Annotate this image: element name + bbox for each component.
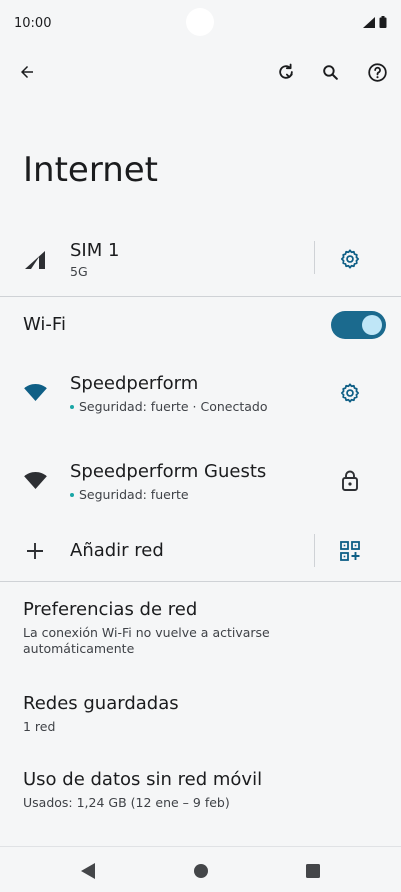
back-button[interactable]: [13, 58, 41, 86]
wifi-label: Wi-Fi: [23, 314, 66, 335]
refresh-button[interactable]: [272, 58, 300, 86]
add-network-divider: [314, 534, 315, 567]
qr-scan-button[interactable]: [337, 538, 363, 564]
page-title: Internet: [23, 150, 159, 190]
network-preferences-row[interactable]: Preferencias de red La conexión Wi-Fi no…: [0, 598, 401, 662]
cell-signal-icon: [363, 16, 375, 28]
add-network-label: Añadir red: [70, 540, 164, 561]
nav-recents-icon: [306, 864, 320, 878]
top-toolbar: [0, 52, 401, 92]
lock-icon: [342, 470, 358, 491]
nav-back-button[interactable]: [76, 859, 100, 883]
status-bar: 10:00: [0, 0, 401, 44]
nav-recents-button[interactable]: [301, 859, 325, 883]
wifi-toggle[interactable]: [331, 311, 386, 339]
nav-home-button[interactable]: [189, 859, 213, 883]
preferences-title: Preferencias de red: [23, 599, 198, 620]
camera-cutout: [186, 8, 214, 36]
section-divider: [0, 296, 401, 297]
search-button[interactable]: [316, 58, 344, 86]
search-icon: [322, 64, 338, 80]
network-name: Speedperform: [70, 373, 199, 394]
data-usage-title: Uso de datos sin red móvil: [23, 769, 263, 790]
nav-back-icon: [81, 863, 95, 879]
sim-divider: [314, 241, 315, 274]
network-status-text: Seguridad: fuerte · Conectado: [79, 399, 268, 414]
sim-name: SIM 1: [70, 240, 120, 261]
cell-signal-icon: [25, 251, 45, 269]
preferences-subtitle: La conexión Wi-Fi no vuelve a activarse …: [23, 625, 270, 656]
data-usage-row[interactable]: Uso de datos sin red móvil Usados: 1,24 …: [0, 768, 401, 818]
gear-icon: [340, 249, 360, 269]
status-time: 10:00: [14, 16, 52, 31]
plus-icon: [27, 543, 43, 559]
navigation-bar: [0, 846, 401, 892]
nav-home-icon: [194, 864, 208, 878]
section-divider: [0, 581, 401, 582]
status-icons: [363, 16, 387, 28]
status-dot: [70, 404, 74, 409]
network-name: Speedperform Guests: [70, 461, 267, 482]
wifi-icon: [24, 384, 47, 401]
sim-settings-button[interactable]: [337, 246, 363, 272]
saved-networks-subtitle: 1 red: [23, 719, 56, 734]
help-icon: [367, 62, 387, 82]
battery-icon: [379, 16, 387, 28]
gear-icon: [340, 383, 360, 403]
qr-code-icon: [340, 541, 360, 561]
refresh-icon: [279, 63, 293, 79]
network-status-text: Seguridad: fuerte: [79, 487, 189, 502]
sim-network: 5G: [70, 264, 88, 279]
status-dot: [70, 492, 74, 497]
network-status: Seguridad: fuerte: [70, 487, 189, 502]
saved-networks-row[interactable]: Redes guardadas 1 red: [0, 692, 401, 742]
network-status: Seguridad: fuerte · Conectado: [70, 399, 267, 414]
toggle-knob: [362, 315, 382, 335]
wifi-icon: [24, 472, 47, 489]
network-settings-button[interactable]: [337, 380, 363, 406]
help-button[interactable]: [363, 58, 391, 86]
back-arrow-icon: [21, 66, 33, 78]
saved-networks-title: Redes guardadas: [23, 693, 179, 714]
data-usage-subtitle: Usados: 1,24 GB (12 ene – 9 feb): [23, 795, 230, 810]
